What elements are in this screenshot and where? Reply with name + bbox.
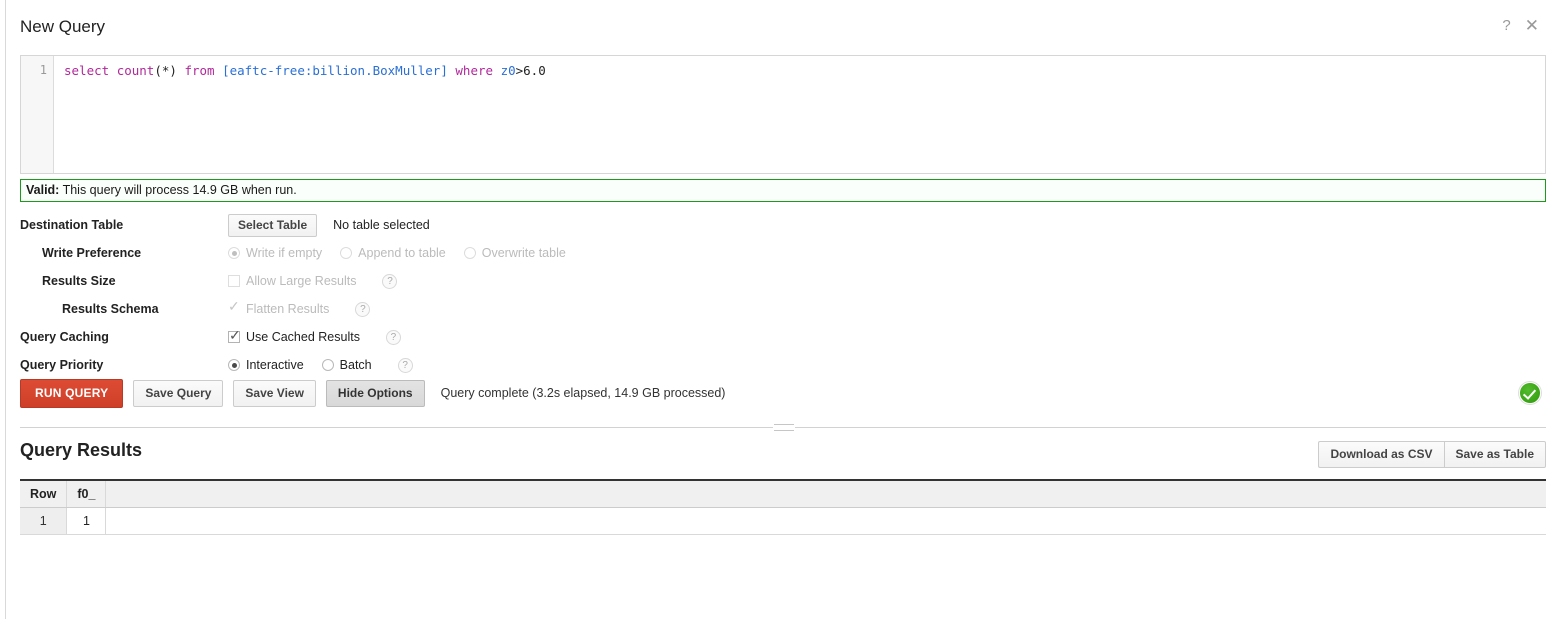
validation-message: This query will process 14.9 GB when run… xyxy=(62,183,297,197)
radio-label-write-if-empty: Write if empty xyxy=(246,246,323,260)
results-schema-controls: ✓ Flatten Results ? xyxy=(228,299,371,317)
page-title: New Query xyxy=(20,17,106,36)
validation-status-label: Valid: xyxy=(26,183,60,197)
option-row-destination-table: Destination Table Select Table No table … xyxy=(20,211,1020,239)
checkbox-use-cached-results[interactable]: ✓ Use Cached Results xyxy=(228,327,360,344)
option-row-query-priority: Query Priority Interactive Batch ? xyxy=(20,351,1020,379)
help-icon-allow-large-results[interactable]: ? xyxy=(382,273,398,289)
panel-header: New Query ? ✕ xyxy=(20,17,1551,47)
query-status-text: Query complete (3.2s elapsed, 14.9 GB pr… xyxy=(440,386,726,400)
column-header-f0[interactable]: f0_ xyxy=(66,479,107,508)
radio-icon-overwrite-table xyxy=(463,247,476,259)
radio-icon-batch xyxy=(321,359,334,371)
action-bar: RUN QUERY Save Query Save View Hide Opti… xyxy=(20,378,1546,408)
check-mark-icon: ✓ xyxy=(229,327,241,343)
radio-label-append-to-table: Append to table xyxy=(358,246,446,260)
destination-table-controls: Select Table No table selected xyxy=(228,213,430,237)
radio-write-if-empty[interactable]: Write if empty xyxy=(228,246,322,260)
results-title: Query Results xyxy=(20,440,143,460)
radio-icon-interactive xyxy=(228,359,240,371)
panel-splitter[interactable] xyxy=(0,423,1551,433)
radio-overwrite-table[interactable]: Overwrite table xyxy=(463,246,566,260)
query-caching-label: Query Caching xyxy=(20,330,109,344)
query-text-area[interactable]: select count(*) from [eaftc-free:billion… xyxy=(54,56,1545,173)
close-icon[interactable]: ✕ xyxy=(1525,17,1539,34)
results-header: Query Results Download as CSV Save as Ta… xyxy=(20,438,1546,470)
check-mark-icon: ✓ xyxy=(228,298,240,314)
option-row-results-size: Results Size Allow Large Results ? xyxy=(20,267,1020,295)
validation-bar: Valid: This query will process 14.9 GB w… xyxy=(20,179,1546,202)
radio-label-overwrite-table: Overwrite table xyxy=(481,246,566,260)
cell-f0: 1 xyxy=(66,507,107,535)
grip-line xyxy=(774,424,794,425)
query-priority-label: Query Priority xyxy=(20,358,104,372)
column-header-row[interactable]: Row xyxy=(20,479,68,508)
help-icon-use-cached-results[interactable]: ? xyxy=(385,329,401,345)
radio-label-batch: Batch xyxy=(339,358,372,372)
new-query-panel: New Query ? ✕ 1 select count(*) from [ea… xyxy=(0,0,1551,619)
line-number: 1 xyxy=(39,63,47,77)
query-priority-controls: Interactive Batch ? xyxy=(228,357,413,373)
query-editor[interactable]: 1 select count(*) from [eaftc-free:billi… xyxy=(20,55,1546,174)
results-table-head: Row f0_ xyxy=(20,479,1546,508)
editor-gutter: 1 xyxy=(21,56,54,173)
header-icon-group: ? ✕ xyxy=(1502,17,1539,34)
checkbox-flatten-results[interactable]: ✓ Flatten Results xyxy=(228,299,330,316)
option-row-query-caching: Query Caching ✓ Use Cached Results ? xyxy=(20,323,1020,351)
select-table-button[interactable]: Select Table xyxy=(228,213,318,237)
destination-table-value: No table selected xyxy=(333,218,430,232)
checkbox-icon-use-cached-results: ✓ xyxy=(228,327,241,343)
query-code-line: select count(*) from [eaftc-free:billion… xyxy=(64,63,546,78)
column-header-filler xyxy=(105,479,1546,508)
checkbox-icon-flatten-results: ✓ xyxy=(228,299,240,315)
radio-icon-write-if-empty xyxy=(228,247,240,259)
radio-append-to-table[interactable]: Append to table xyxy=(340,246,446,260)
checkbox-label-use-cached-results: Use Cached Results xyxy=(246,330,360,344)
results-schema-label: Results Schema xyxy=(62,302,159,316)
radio-label-interactive: Interactive xyxy=(246,358,304,372)
cell-filler xyxy=(105,507,1546,535)
radio-batch[interactable]: Batch xyxy=(321,358,372,372)
save-query-button[interactable]: Save Query xyxy=(133,379,224,407)
results-size-controls: Allow Large Results ? xyxy=(228,273,398,289)
checkbox-allow-large-results[interactable]: Allow Large Results xyxy=(228,274,356,288)
download-as-csv-button[interactable]: Download as CSV xyxy=(1318,441,1444,468)
hide-options-button[interactable]: Hide Options xyxy=(325,379,425,407)
grip-line xyxy=(774,430,794,431)
radio-icon-append-to-table xyxy=(340,247,353,259)
write-preference-label: Write Preference xyxy=(42,246,142,260)
query-caching-controls: ✓ Use Cached Results ? xyxy=(228,327,401,345)
results-table: Row f0_ 1 1 xyxy=(20,479,1546,535)
help-icon[interactable]: ? xyxy=(1502,18,1510,34)
option-row-results-schema: Results Schema ✓ Flatten Results ? xyxy=(20,295,1020,323)
checkbox-icon-allow-large-results xyxy=(228,275,240,287)
results-button-group: Download as CSV Save as Table xyxy=(1318,441,1546,468)
help-icon-query-priority[interactable]: ? xyxy=(397,357,413,373)
green-check-circle-icon xyxy=(1519,382,1541,404)
table-row: 1 1 xyxy=(20,507,1546,535)
save-view-button[interactable]: Save View xyxy=(233,379,316,407)
checkbox-label-flatten-results: Flatten Results xyxy=(246,302,330,316)
query-options: Destination Table Select Table No table … xyxy=(20,211,1020,379)
table-header-row: Row f0_ xyxy=(20,479,1546,508)
results-table-body: 1 1 xyxy=(20,507,1546,535)
splitter-grip-handle[interactable] xyxy=(773,423,795,432)
save-as-table-button[interactable]: Save as Table xyxy=(1443,441,1546,468)
radio-interactive[interactable]: Interactive xyxy=(228,358,304,372)
checkbox-label-allow-large-results: Allow Large Results xyxy=(246,274,357,288)
results-size-label: Results Size xyxy=(42,274,116,288)
cell-row-number: 1 xyxy=(20,507,68,535)
option-row-write-preference: Write Preference Write if empty Append t… xyxy=(20,239,1020,267)
help-icon-flatten-results[interactable]: ? xyxy=(355,301,371,317)
write-preference-controls: Write if empty Append to table Overwrite… xyxy=(228,246,584,260)
destination-table-label: Destination Table xyxy=(20,218,124,232)
run-query-button[interactable]: RUN QUERY xyxy=(20,378,124,408)
